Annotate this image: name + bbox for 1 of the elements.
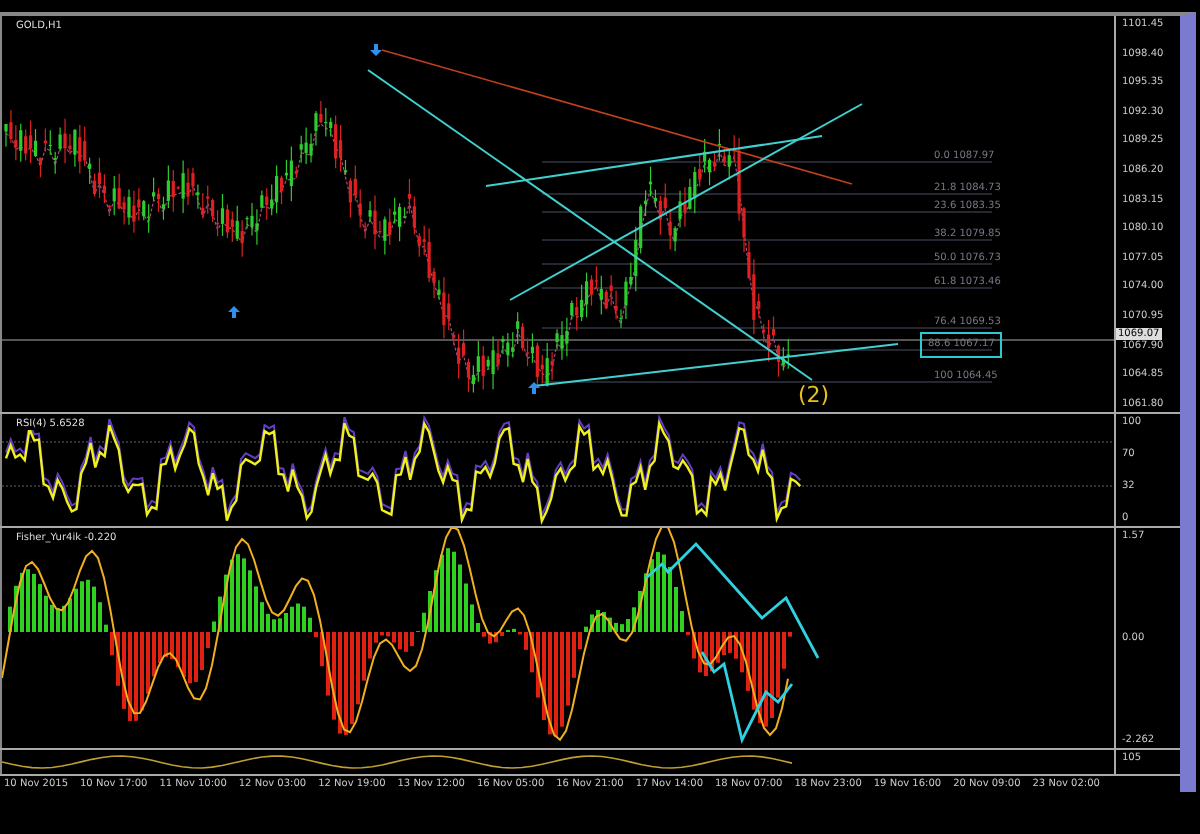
wave-label: (2) [798,382,830,408]
